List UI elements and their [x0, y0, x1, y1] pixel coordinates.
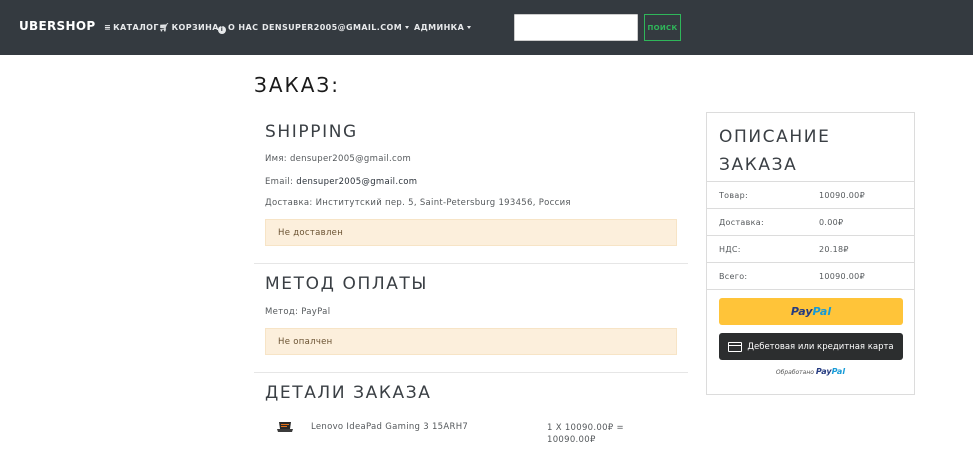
- summary-heading-line2: ЗАКАЗА: [719, 155, 798, 175]
- summary-row-label: Всего:: [719, 272, 748, 281]
- brand-logo[interactable]: UBERSHOP: [19, 19, 95, 33]
- laptop-thumbnail[interactable]: [276, 420, 294, 434]
- nav-cart[interactable]: 🛒︎ КОРЗИНА: [159, 23, 219, 32]
- card-payment-button[interactable]: Дебетовая или кредитная карта: [719, 333, 903, 360]
- summary-row-items: Товар: 10090.00₽: [707, 181, 914, 208]
- paypal-logo-part1: Pay: [790, 305, 813, 318]
- nav-catalog[interactable]: ≡ КАТАЛОГ: [104, 23, 159, 32]
- nav-user-label: DENSUPER2005@GMAIL.COM: [262, 23, 403, 32]
- shipping-email: Email: densuper2005@gmail.com: [265, 177, 417, 187]
- search-input[interactable]: [514, 14, 638, 41]
- page-title: ЗАКАЗ:: [254, 73, 340, 97]
- summary-row-shipping: Доставка: 0.00₽: [707, 208, 914, 235]
- powered-by-label: Обработано: [775, 369, 816, 376]
- nav-about[interactable]: iО НАС: [218, 23, 258, 34]
- summary-row-total: Всего: 10090.00₽: [707, 262, 914, 289]
- divider: [254, 372, 688, 373]
- summary-row-label: НДС:: [719, 245, 741, 254]
- nav-admin-dropdown[interactable]: АДМИНКА: [414, 23, 472, 32]
- powered-paypal-part1: Pay: [815, 367, 832, 376]
- shipping-heading: SHIPPING: [265, 122, 358, 142]
- paypal-button[interactable]: Pay Pal: [719, 298, 903, 325]
- chevron-down-icon: [405, 26, 410, 29]
- card-payment-label: Дебетовая или кредитная карта: [747, 341, 894, 352]
- summary-row-value: 20.18₽: [819, 245, 849, 254]
- chevron-down-icon: [467, 26, 472, 29]
- nav-catalog-label: КАТАЛОГ: [113, 23, 159, 32]
- summary-row-tax: НДС: 20.18₽: [707, 235, 914, 262]
- cart-icon: 🛒︎: [159, 23, 170, 32]
- summary-row-label: Товар:: [719, 191, 748, 200]
- summary-row-value: 10090.00₽: [819, 272, 865, 281]
- paypal-logo-part2: Pal: [812, 305, 832, 318]
- product-price-line1: 1 X 10090.00₽ =: [547, 423, 624, 433]
- navbar: UBERSHOP ≡ КАТАЛОГ 🛒︎ КОРЗИНА iО НАС DENSU…: [0, 0, 973, 55]
- summary-heading: ОПИСАНИЕ ЗАКАЗА: [719, 123, 830, 179]
- order-details-heading: ДЕТАЛИ ЗАКАЗА: [265, 383, 432, 403]
- payment-status-alert: Не опалчен: [265, 328, 677, 355]
- order-summary-card: ОПИСАНИЕ ЗАКАЗА Товар: 10090.00₽ Доставк…: [706, 112, 915, 395]
- shipping-address: Доставка: Институтский пер. 5, Saint-Pet…: [265, 198, 571, 208]
- powered-by-paypal: Обработано PayPal: [707, 367, 914, 376]
- product-name[interactable]: Lenovo IdeaPad Gaming 3 15ARH7: [311, 422, 468, 432]
- product-price: 1 X 10090.00₽ = 10090.00₽: [547, 422, 637, 446]
- summary-row-value: 0.00₽: [819, 218, 844, 227]
- info-icon: i: [218, 26, 226, 34]
- summary-row-label: Доставка:: [719, 218, 764, 227]
- divider: [707, 289, 914, 290]
- summary-heading-line1: ОПИСАНИЕ: [719, 127, 831, 147]
- nav-user-dropdown[interactable]: DENSUPER2005@GMAIL.COM: [262, 23, 410, 32]
- shipping-email-link[interactable]: densuper2005@gmail.com: [296, 177, 417, 187]
- summary-row-value: 10090.00₽: [819, 191, 865, 200]
- divider: [254, 263, 688, 264]
- delivery-status-alert: Не доставлен: [265, 219, 677, 246]
- nav-cart-label: КОРЗИНА: [171, 23, 219, 32]
- menu-icon: ≡: [104, 23, 112, 32]
- payment-heading: МЕТОД ОПЛАТЫ: [265, 274, 429, 294]
- shipping-email-label: Email:: [265, 177, 297, 187]
- nav-admin-label: АДМИНКА: [414, 23, 465, 32]
- credit-card-icon: [728, 341, 743, 352]
- shipping-name: Имя: densuper2005@gmail.com: [265, 154, 412, 164]
- search-button[interactable]: ПОИСК: [644, 14, 681, 41]
- powered-paypal-part2: Pal: [831, 367, 846, 376]
- product-price-line2: 10090.00₽: [547, 435, 596, 445]
- payment-method: Метод: PayPal: [265, 307, 331, 317]
- nav-about-label: О НАС: [228, 23, 259, 32]
